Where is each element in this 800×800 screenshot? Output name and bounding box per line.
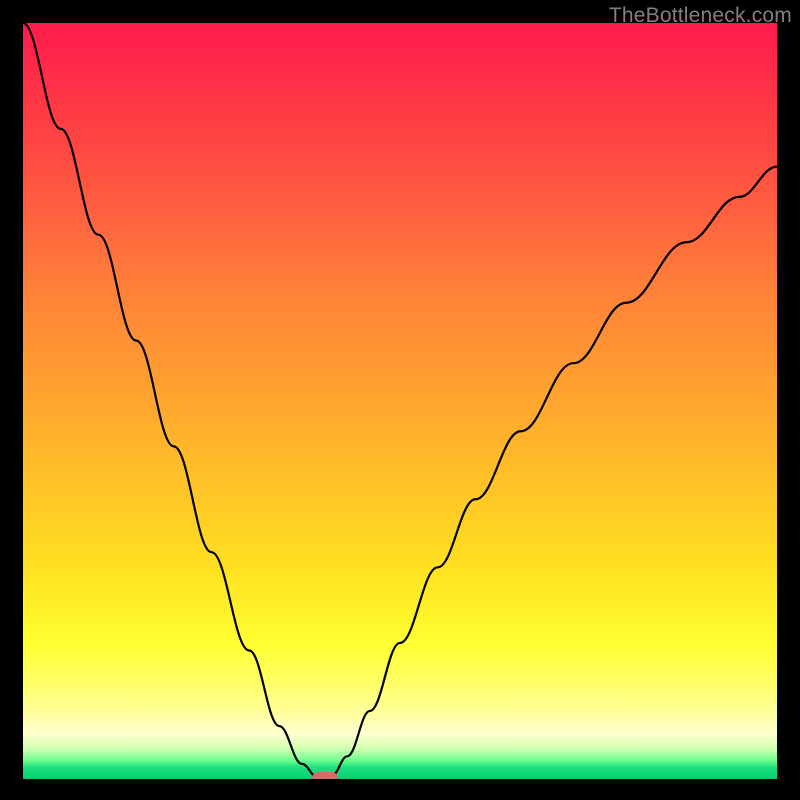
- bottleneck-curve: [23, 23, 777, 779]
- plot-area: [23, 23, 777, 779]
- watermark-text: TheBottleneck.com: [609, 4, 792, 28]
- optimum-marker: [312, 772, 338, 779]
